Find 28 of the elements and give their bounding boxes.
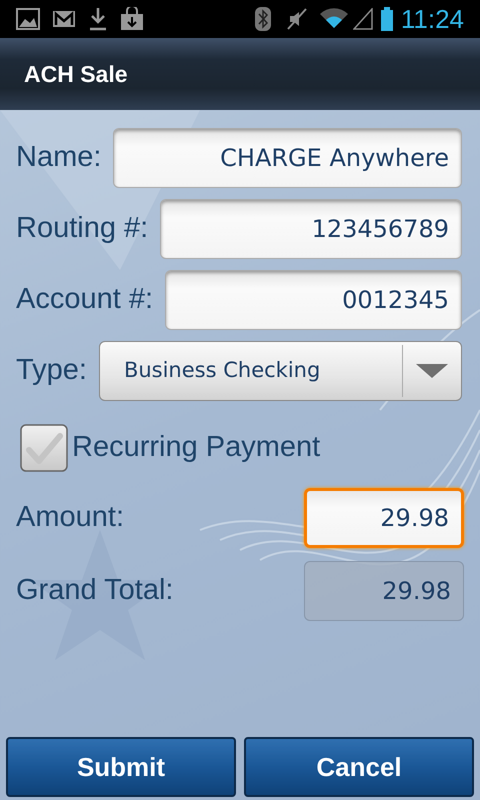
bag-icon: [120, 7, 144, 31]
screen-title: ACH Sale: [24, 60, 128, 89]
mail-icon: [52, 10, 76, 28]
battery-icon: [380, 7, 393, 31]
download-icon: [88, 7, 108, 31]
input-field[interactable]: 123456789: [160, 199, 462, 259]
field-label: Account #:: [16, 282, 154, 318]
bluetooth-icon: [254, 7, 271, 31]
input-field[interactable]: CHARGE Anywhere: [113, 128, 462, 188]
checkbox-label: Recurring Payment: [72, 430, 320, 466]
field-label: Grand Total:: [16, 573, 174, 608]
field-label: Type:: [16, 353, 87, 388]
field-label: Amount:: [16, 500, 124, 536]
signal-icon: [352, 8, 373, 30]
clock-time: 11:24: [400, 2, 464, 36]
field-label: Routing #:: [16, 211, 148, 246]
wifi-icon: [318, 8, 349, 30]
action-button[interactable]: Submit: [6, 737, 236, 797]
action-button[interactable]: Cancel: [244, 737, 474, 797]
image-icon: [16, 8, 40, 30]
dropdown-arrow-icon: [416, 364, 448, 378]
checkbox[interactable]: [20, 424, 68, 472]
mute-icon: [286, 8, 307, 30]
input-field[interactable]: 0012345: [165, 270, 462, 330]
type-dropdown[interactable]: Business Checking: [98, 341, 462, 401]
amount-field[interactable]: 29.98: [304, 488, 464, 548]
field-label: Name:: [16, 140, 102, 176]
total-field: 29.98: [304, 561, 464, 621]
